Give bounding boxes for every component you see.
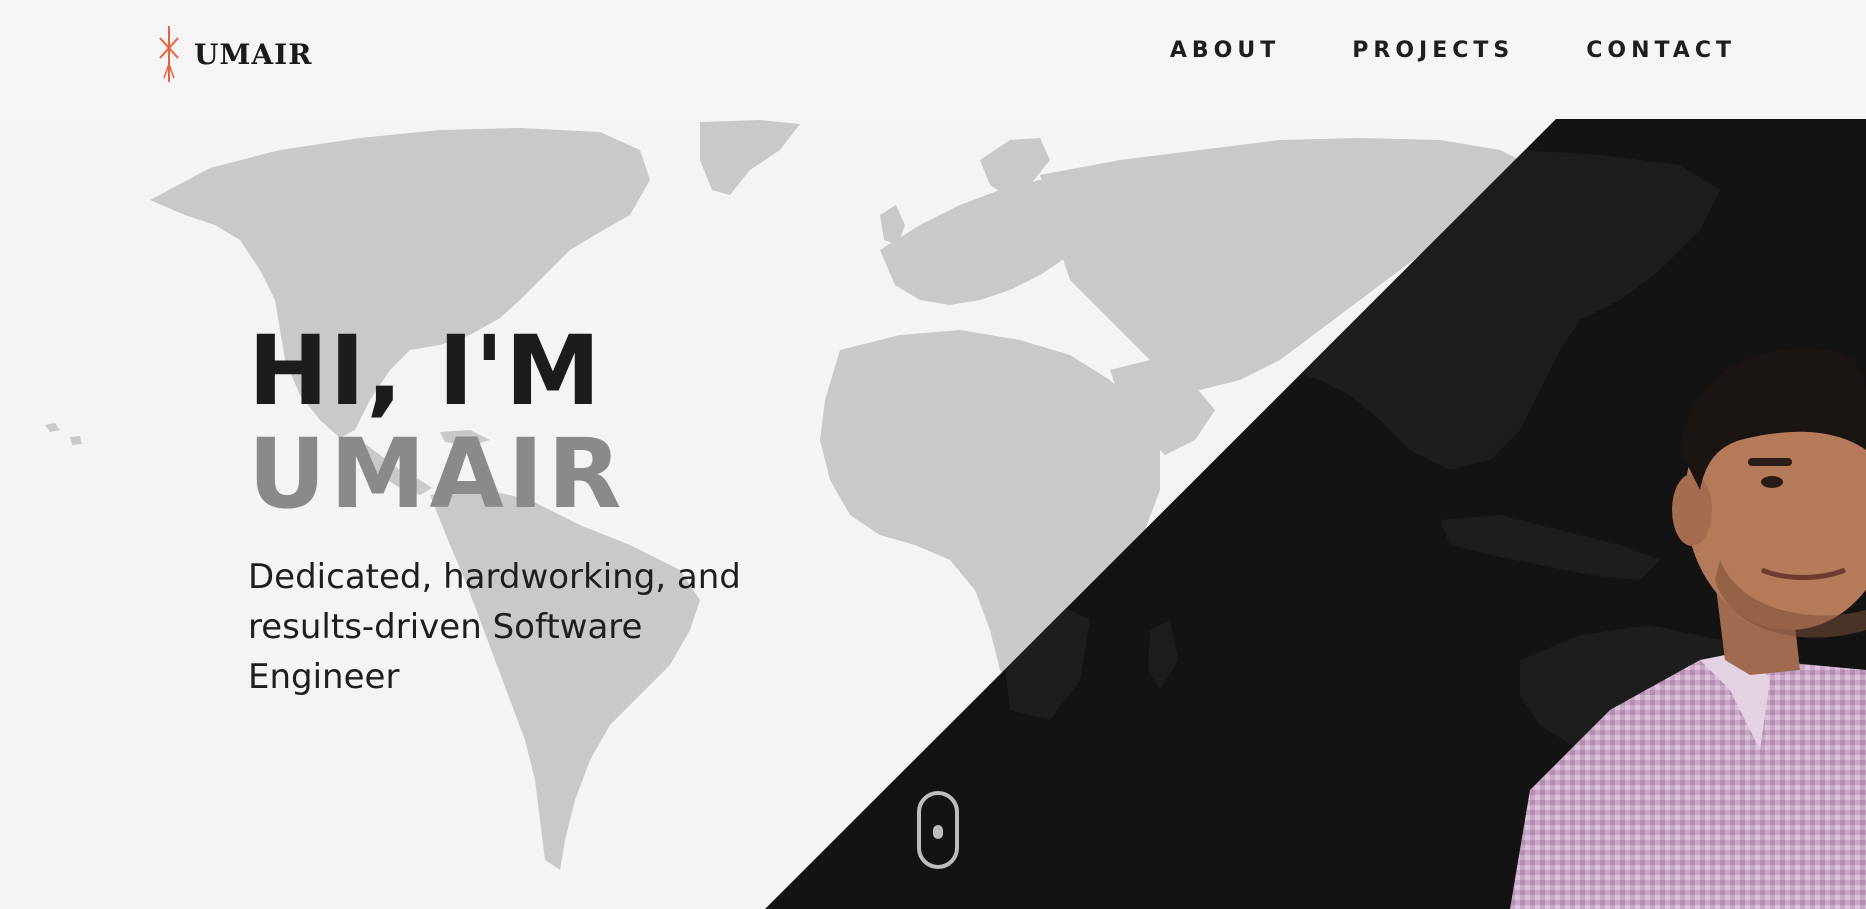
brand-name: UMAIR	[194, 37, 313, 71]
site-header: UMAIR ABOUT PROJECTS CONTACT	[0, 0, 1866, 119]
scroll-dot	[933, 825, 943, 839]
portrait-photo	[1510, 348, 1866, 909]
rune-logo-icon	[159, 26, 179, 82]
mouse-scroll-icon[interactable]	[917, 791, 959, 869]
nav-about[interactable]: ABOUT	[1170, 38, 1280, 63]
hero-tagline: Dedicated, hardworking, and results-driv…	[248, 557, 741, 697]
nav-contact[interactable]: CONTACT	[1586, 38, 1736, 63]
main-nav: ABOUT PROJECTS CONTACT	[1170, 38, 1736, 63]
hero-name: UMAIR	[248, 418, 626, 530]
hero-section: HI, I'M UMAIR Dedicated, hardworking, an…	[0, 0, 1866, 909]
hero-greeting: HI, I'M	[248, 315, 602, 427]
nav-projects[interactable]: PROJECTS	[1352, 38, 1514, 63]
logo[interactable]: UMAIR	[156, 24, 313, 84]
hero-text: HI, I'M UMAIR Dedicated, hardworking, an…	[248, 322, 768, 702]
